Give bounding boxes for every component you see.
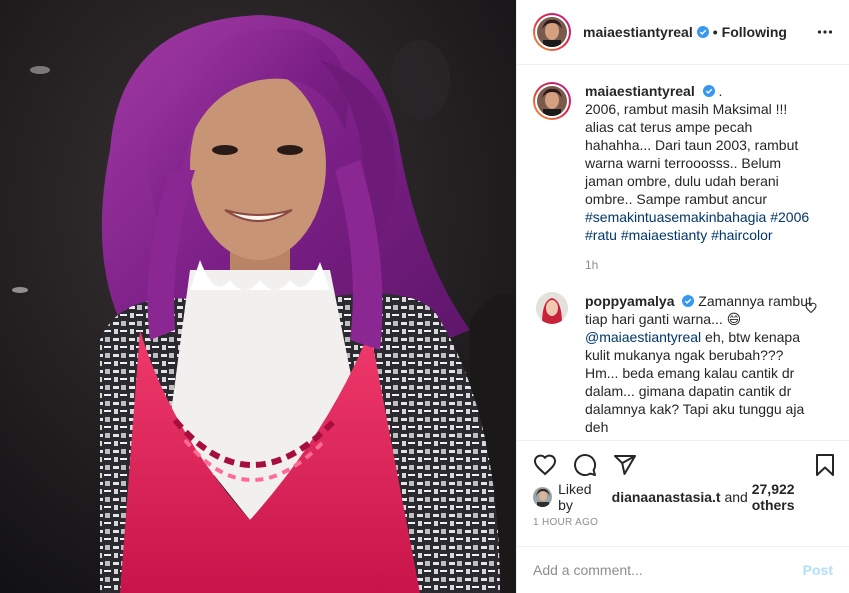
post-button[interactable]: Post	[803, 562, 833, 578]
likes-and: and	[724, 489, 748, 505]
following-button[interactable]: Following	[722, 24, 787, 40]
post-side-panel: maiaestiantyreal • Following maiaestiant…	[516, 0, 849, 593]
avatar[interactable]	[533, 13, 571, 51]
header-separator: •	[712, 24, 718, 40]
verified-badge-icon	[696, 26, 709, 38]
more-options-icon[interactable]	[817, 24, 833, 40]
caption-suffix: .	[718, 83, 723, 99]
paper-plane-icon[interactable]	[613, 453, 637, 477]
header-username[interactable]: maiaestiantyreal	[583, 24, 693, 40]
verified-badge-icon	[682, 295, 695, 307]
liker-avatar[interactable]	[533, 487, 553, 507]
caption: maiaestiantyreal . 2006, rambut masih Ma…	[533, 82, 833, 272]
hashtag[interactable]: #2006	[770, 209, 809, 225]
likes-others[interactable]: 27,922 others	[752, 481, 837, 513]
comment-mention[interactable]: @maiaestiantyreal	[585, 329, 701, 345]
bookmark-icon[interactable]	[813, 453, 837, 477]
hashtag[interactable]: #semakintuasemakinbahagia	[585, 209, 766, 225]
post-photo-image	[0, 0, 516, 593]
add-comment-bar: Post	[517, 546, 849, 593]
comment-input[interactable]	[533, 562, 803, 578]
post-timestamp[interactable]: 1 HOUR AGO	[533, 517, 598, 528]
heart-icon[interactable]	[533, 453, 557, 477]
comment-like-icon[interactable]	[805, 302, 817, 314]
likes-prefix: Liked by	[558, 481, 592, 513]
comment-username[interactable]: poppyamalya	[585, 293, 674, 309]
hashtag[interactable]: #haircolor	[711, 227, 772, 243]
liker-username[interactable]: dianaanastasia.t	[612, 489, 721, 505]
hashtag[interactable]: #maiaestianty	[621, 227, 707, 243]
hashtag[interactable]: #ratu	[585, 227, 617, 243]
comment-text: poppyamalya Zamannya rambut tiap hari ga…	[585, 292, 817, 436]
post-photo[interactable]	[0, 0, 516, 593]
emoji: 😄	[726, 311, 742, 327]
comment-icon[interactable]	[573, 453, 597, 477]
verified-badge-icon	[702, 85, 715, 97]
comment-avatar[interactable]	[536, 292, 568, 324]
comment: poppyamalya Zamannya rambut tiap hari ga…	[533, 292, 833, 436]
likes-summary: Liked by dianaanastasia.t and 27,922 oth…	[533, 481, 837, 513]
comments-list[interactable]: maiaestiantyreal . 2006, rambut masih Ma…	[517, 66, 849, 440]
caption-text: maiaestiantyreal . 2006, rambut masih Ma…	[585, 82, 817, 244]
caption-avatar[interactable]	[533, 82, 571, 120]
caption-time[interactable]: 1h	[585, 258, 817, 272]
post-header: maiaestiantyreal • Following	[517, 0, 849, 65]
caption-body: 2006, rambut masih Maksimal !!! alias ca…	[585, 101, 799, 207]
caption-username[interactable]: maiaestiantyreal	[585, 83, 695, 99]
instagram-post: maiaestiantyreal • Following maiaestiant…	[0, 0, 849, 593]
